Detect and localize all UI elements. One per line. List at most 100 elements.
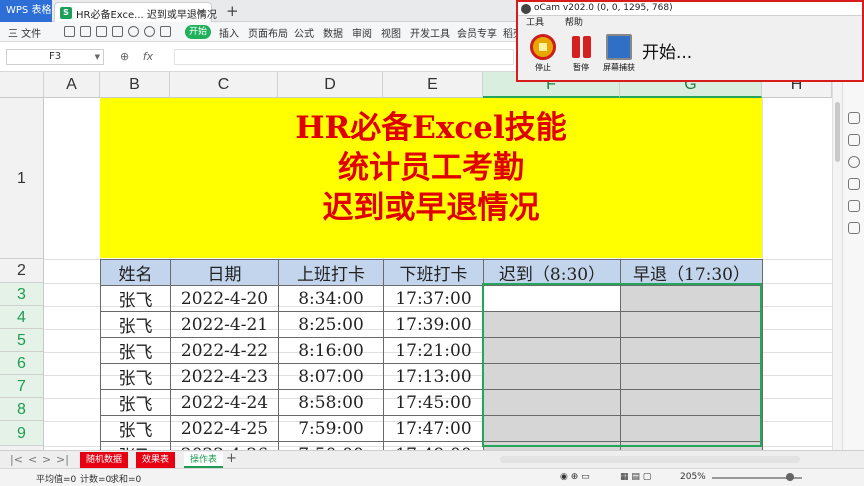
layout-icons[interactable]: ▦ ▤ ▢ [620,472,651,482]
cell-date[interactable]: 2022-4-22 [170,337,279,364]
cell-clock-out[interactable]: 17:37:00 [383,285,484,312]
chevron-down-icon[interactable]: ▼ [95,50,100,64]
select-all-corner[interactable] [0,72,44,98]
sheet-tab-random-data[interactable]: 随机数据 [80,452,129,468]
save-icon[interactable] [64,26,75,37]
cell-clock-in[interactable]: 8:07:00 [278,363,384,390]
header-late[interactable]: 迟到（8:30） [483,259,621,286]
row-header-2[interactable]: 2 [0,259,43,283]
cell-name[interactable]: 张飞 [100,337,171,364]
redo-icon[interactable] [144,26,155,37]
tool-icon[interactable] [848,222,860,234]
header-date[interactable]: 日期 [170,259,279,286]
cell-grid[interactable]: HR必备Excel技能 统计员工考勤 迟到或早退情况 姓名 日期 上班打卡 下班… [44,98,832,450]
file-menu[interactable]: 三 文件 [8,25,41,40]
cell-name[interactable]: 张飞 [100,441,171,450]
next-sheet-icon[interactable]: > [42,453,51,466]
document-tab[interactable]: S HR必备Exce... 迟到或早退情况 × [54,2,217,22]
stop-button[interactable]: 停止 [526,34,560,73]
last-sheet-icon[interactable]: >| [56,453,69,466]
new-tab-button[interactable]: + [226,2,239,20]
menu-insert[interactable]: 插入 [219,25,239,40]
name-box[interactable]: F3 ▼ [6,49,104,65]
wps-app-tab[interactable]: WPS 表格 [0,0,52,22]
row-header-8[interactable]: 8 [0,398,43,421]
cell-date[interactable]: 2022-4-20 [170,285,279,312]
cell-clock-in[interactable]: 8:34:00 [278,285,384,312]
menu-member[interactable]: 会员专享 [457,25,497,40]
cell-early-leave[interactable] [620,311,763,338]
cell-late[interactable] [483,415,621,442]
image-icon[interactable] [848,178,860,190]
add-sheet-button[interactable]: + [226,451,237,466]
cell-late-active[interactable] [483,285,621,312]
row-header-1[interactable]: 1 [0,98,43,259]
cell-early-leave[interactable] [620,285,763,312]
menu-data[interactable]: 数据 [323,25,343,40]
undo-icon[interactable] [128,26,139,37]
select-icon[interactable] [848,134,860,146]
column-header-d[interactable]: D [278,72,383,98]
ocam-menu-tools[interactable]: 工具 [526,18,544,28]
header-name[interactable]: 姓名 [100,259,171,286]
cell-clock-out[interactable]: 17:47:00 [383,415,484,442]
cell-clock-out[interactable]: 17:49:00 [383,441,484,450]
cell-clock-in[interactable]: 7:50:00 [278,441,384,450]
zoom-level[interactable]: 205% [680,472,706,482]
scroll-thumb[interactable] [835,102,840,162]
cell-clock-in[interactable]: 7:59:00 [278,415,384,442]
menu-review[interactable]: 审阅 [352,25,372,40]
horizontal-scrollbar[interactable] [500,456,800,463]
backup-icon[interactable] [848,200,860,212]
help-icon[interactable] [848,156,860,168]
first-sheet-icon[interactable]: |< [10,453,23,466]
menu-formula[interactable]: 公式 [294,25,314,40]
cell-name[interactable]: 张飞 [100,311,171,338]
cell-name[interactable]: 张飞 [100,389,171,416]
customize-icon[interactable] [160,26,171,37]
column-header-b[interactable]: B [100,72,170,98]
close-tab-icon[interactable]: × [196,5,206,19]
cell-clock-in[interactable]: 8:16:00 [278,337,384,364]
zoom-slider-knob[interactable] [786,473,794,481]
cell-late[interactable] [483,389,621,416]
cell-late[interactable] [483,441,621,450]
export-icon[interactable] [80,26,91,37]
cell-late[interactable] [483,363,621,390]
cell-early-leave[interactable] [620,415,763,442]
cell-date[interactable]: 2022-4-24 [170,389,279,416]
header-clock-out[interactable]: 下班打卡 [383,259,484,286]
cell-name[interactable]: 张飞 [100,285,171,312]
cell-date[interactable]: 2022-4-25 [170,415,279,442]
prev-sheet-icon[interactable]: < [28,453,37,466]
start-tab[interactable]: 开始 [185,25,211,39]
row-header-4[interactable]: 4 [0,306,43,329]
column-header-c[interactable]: C [170,72,278,98]
cell-name[interactable]: 张飞 [100,415,171,442]
row-header-6[interactable]: 6 [0,352,43,375]
ocam-start-label[interactable]: 开始... [642,38,692,63]
cell-clock-out[interactable]: 17:39:00 [383,311,484,338]
header-early-leave[interactable]: 早退（17:30） [620,259,763,286]
title-banner[interactable]: HR必备Excel技能 统计员工考勤 迟到或早退情况 [100,98,762,258]
sheet-tab-operation[interactable]: 操作表 [184,452,224,468]
print-icon[interactable] [96,26,107,37]
cell-late[interactable] [483,311,621,338]
screen-capture-button[interactable]: 屏幕捕获 [600,34,638,73]
cell-clock-out[interactable]: 17:13:00 [383,363,484,390]
row-header-9[interactable]: 9 [0,421,43,446]
ocam-menu-help[interactable]: 帮助 [565,18,583,28]
formula-input[interactable] [174,49,514,65]
cell-early-leave[interactable] [620,389,763,416]
print-preview-icon[interactable] [112,26,123,37]
cell-early-leave[interactable] [620,363,763,390]
fx-icon[interactable]: fx [143,50,153,63]
row-header-7[interactable]: 7 [0,375,43,398]
ocam-titlebar[interactable]: oCam v202.0 (0, 0, 1295, 768) [518,2,862,16]
cell-clock-out[interactable]: 17:45:00 [383,389,484,416]
cell-date[interactable]: 2022-4-23 [170,363,279,390]
cell-name[interactable]: 张飞 [100,363,171,390]
cell-date[interactable]: 2022-4-21 [170,311,279,338]
cell-late[interactable] [483,337,621,364]
cell-early-leave[interactable] [620,441,763,450]
